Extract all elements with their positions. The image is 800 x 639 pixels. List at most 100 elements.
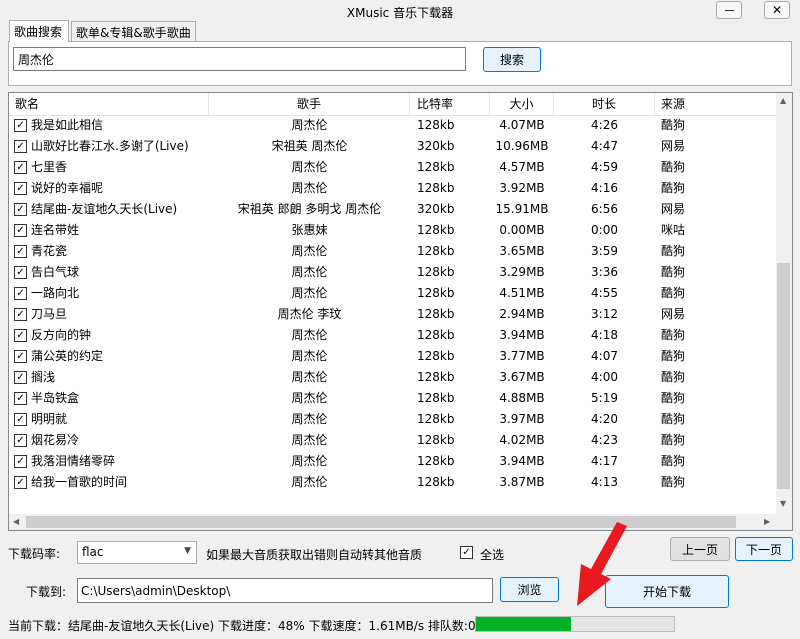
scroll-down-arrow-icon[interactable]: ▼	[780, 499, 786, 508]
row-checkbox[interactable]: ✓	[14, 224, 27, 237]
table-header: 歌名 歌手 比特率 大小 时长 来源	[9, 93, 778, 116]
row-checkbox[interactable]: ✓	[14, 287, 27, 300]
checkbox-checked-icon: ✓	[16, 120, 25, 131]
cell-bitrate: 128kb	[417, 433, 455, 447]
cell-artist: 张惠妹	[291, 223, 328, 237]
cell-title: 我是如此相信	[31, 118, 104, 132]
cell-bitrate: 320kb	[417, 202, 455, 216]
next-page-button[interactable]: 下一页	[735, 537, 793, 561]
row-checkbox[interactable]: ✓	[14, 455, 27, 468]
table-row[interactable]: ✓ 烟花易冷 周杰伦 128kb 4.02MB 4:23 酷狗	[9, 430, 778, 451]
table-row[interactable]: ✓ 明明就 周杰伦 128kb 3.97MB 4:20 酷狗	[9, 409, 778, 430]
row-checkbox[interactable]: ✓	[14, 308, 27, 321]
table-row[interactable]: ✓ 我落泪情绪零碎 周杰伦 128kb 3.94MB 4:17 酷狗	[9, 451, 778, 472]
row-checkbox[interactable]: ✓	[14, 161, 27, 174]
table-row[interactable]: ✓ 说好的幸福呢 周杰伦 128kb 3.92MB 4:16 酷狗	[9, 178, 778, 199]
cell-bitrate: 128kb	[417, 286, 455, 300]
scroll-left-arrow-icon[interactable]: ◀	[13, 517, 19, 526]
cell-duration: 0:00	[591, 223, 618, 237]
table-row[interactable]: ✓ 反方向的钟 周杰伦 128kb 3.94MB 4:18 酷狗	[9, 325, 778, 346]
vertical-scrollbar[interactable]: ▲ ▼	[776, 92, 793, 515]
close-button[interactable]: ✕	[764, 1, 790, 19]
cell-size: 0.00MB	[499, 223, 545, 237]
checkbox-checked-icon: ✓	[16, 162, 25, 173]
cell-bitrate: 128kb	[417, 160, 455, 174]
search-input[interactable]	[13, 47, 466, 71]
row-checkbox[interactable]: ✓	[14, 476, 27, 489]
cell-size: 3.67MB	[499, 370, 545, 384]
row-checkbox[interactable]: ✓	[14, 245, 27, 258]
column-header-title[interactable]: 歌名	[9, 93, 209, 115]
table-row[interactable]: ✓ 给我一首歌的时间 周杰伦 128kb 3.87MB 4:13 酷狗	[9, 472, 778, 493]
horizontal-scrollbar[interactable]: ◀ ▶	[8, 514, 793, 531]
column-header-bitrate[interactable]: 比特率	[410, 93, 490, 115]
cell-source: 酷狗	[661, 412, 686, 426]
row-checkbox[interactable]: ✓	[14, 182, 27, 195]
row-checkbox[interactable]: ✓	[14, 203, 27, 216]
vertical-scroll-thumb[interactable]	[777, 263, 790, 489]
row-checkbox[interactable]: ✓	[14, 140, 27, 153]
row-checkbox[interactable]: ✓	[14, 371, 27, 384]
cell-title: 我落泪情绪零碎	[31, 454, 116, 468]
row-checkbox[interactable]: ✓	[14, 119, 27, 132]
cell-source: 酷狗	[661, 244, 686, 258]
minimize-button[interactable]	[716, 1, 742, 19]
search-button[interactable]: 搜索	[483, 47, 541, 72]
row-checkbox[interactable]: ✓	[14, 266, 27, 279]
red-arrow-icon	[577, 522, 627, 606]
row-checkbox[interactable]: ✓	[14, 413, 27, 426]
cell-size: 4.57MB	[499, 160, 545, 174]
cell-artist: 周杰伦	[291, 181, 328, 195]
download-path-input[interactable]	[77, 578, 493, 603]
table-row[interactable]: ✓ 结尾曲-友谊地久天长(Live) 宋祖英 郎朗 多明戈 周杰伦 320kb 15.9…	[9, 199, 778, 220]
tab-song-search[interactable]: 歌曲搜索	[9, 20, 69, 42]
table-row[interactable]: ✓ 连名带姓 张惠妹 128kb 0.00MB 0:00 咪咕	[9, 220, 778, 241]
window-title: XMusic 音乐下载器	[346, 6, 454, 20]
row-checkbox[interactable]: ✓	[14, 392, 27, 405]
cell-duration: 4:00	[591, 370, 618, 384]
table-row[interactable]: ✓ 青花瓷 周杰伦 128kb 3.65MB 3:59 酷狗	[9, 241, 778, 262]
column-header-size[interactable]: 大小	[490, 93, 554, 115]
cell-size: 3.92MB	[499, 181, 545, 195]
checkbox-checked-icon: ✓	[16, 435, 25, 446]
cell-title: 烟花易冷	[31, 433, 80, 447]
select-all-label[interactable]: 全选	[480, 546, 504, 563]
table-row[interactable]: ✓ 告白气球 周杰伦 128kb 3.29MB 3:36 酷狗	[9, 262, 778, 283]
cell-size: 3.77MB	[499, 349, 545, 363]
column-header-source[interactable]: 来源	[655, 93, 778, 115]
table-row[interactable]: ✓ 我是如此相信 周杰伦 128kb 4.07MB 4:26 酷狗	[9, 115, 778, 136]
scroll-up-arrow-icon[interactable]: ▲	[780, 96, 786, 105]
table-row[interactable]: ✓ 一路向北 周杰伦 128kb 4.51MB 4:55 酷狗	[9, 283, 778, 304]
cell-bitrate: 128kb	[417, 307, 455, 321]
table-row[interactable]: ✓ 七里香 周杰伦 128kb 4.57MB 4:59 酷狗	[9, 157, 778, 178]
table-row[interactable]: ✓ 半岛铁盒 周杰伦 128kb 4.88MB 5:19 酷狗	[9, 388, 778, 409]
cell-duration: 4:18	[591, 328, 618, 342]
checkbox-checked-icon: ✓	[462, 547, 471, 558]
row-checkbox[interactable]: ✓	[14, 350, 27, 363]
checkbox-checked-icon: ✓	[16, 372, 25, 383]
select-all-checkbox[interactable]: ✓	[460, 546, 473, 559]
table-row[interactable]: ✓ 山歌好比春江水.多谢了(Live) 宋祖英 周杰伦 320kb 10.96MB 4:4…	[9, 136, 778, 157]
browse-button[interactable]: 浏览	[500, 577, 559, 602]
cell-artist: 宋祖英 郎朗 多明戈 周杰伦	[237, 202, 382, 216]
cell-artist: 周杰伦	[291, 349, 328, 363]
table-row[interactable]: ✓ 刀马旦 周杰伦 李玟 128kb 2.94MB 3:12 网易	[9, 304, 778, 325]
cell-title: 半岛铁盒	[31, 391, 80, 405]
checkbox-checked-icon: ✓	[16, 267, 25, 278]
scroll-right-arrow-icon[interactable]: ▶	[764, 517, 770, 526]
row-checkbox[interactable]: ✓	[14, 434, 27, 447]
checkbox-checked-icon: ✓	[16, 204, 25, 215]
bitrate-select[interactable]: flac ▼	[77, 541, 197, 564]
checkbox-checked-icon: ✓	[16, 414, 25, 425]
tab-playlist-album-artist[interactable]: 歌单&专辑&歌手歌曲	[71, 21, 196, 41]
column-header-artist[interactable]: 歌手	[209, 93, 410, 115]
row-checkbox[interactable]: ✓	[14, 329, 27, 342]
checkbox-checked-icon: ✓	[16, 330, 25, 341]
table-row[interactable]: ✓ 蒲公英的约定 周杰伦 128kb 3.77MB 4:07 酷狗	[9, 346, 778, 367]
cell-title: 蒲公英的约定	[31, 349, 104, 363]
prev-page-button[interactable]: 上一页	[670, 537, 730, 561]
checkbox-checked-icon: ✓	[16, 141, 25, 152]
table-row[interactable]: ✓ 搁浅 周杰伦 128kb 3.67MB 4:00 酷狗	[9, 367, 778, 388]
column-header-duration[interactable]: 时长	[554, 93, 655, 115]
cell-artist: 周杰伦	[291, 412, 328, 426]
